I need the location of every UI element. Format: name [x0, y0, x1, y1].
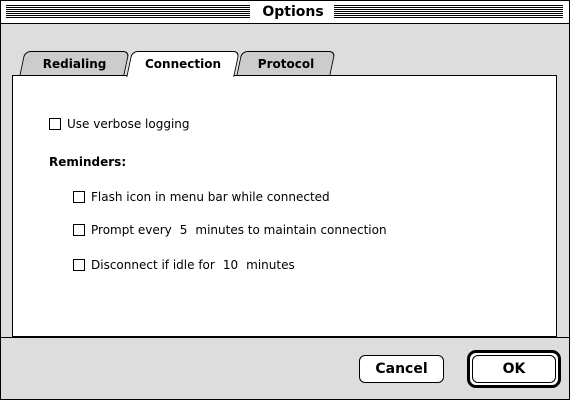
footer-divider [1, 337, 569, 338]
disconnect-idle-checkbox[interactable] [73, 259, 85, 271]
verbose-logging-option[interactable]: Use verbose logging [49, 117, 190, 131]
title-bar[interactable]: Options [1, 1, 569, 24]
title-bar-stripes-right [334, 5, 563, 18]
tab-redialing-label: Redialing [42, 57, 107, 71]
disconnect-idle-suffix: minutes [246, 258, 295, 272]
flash-icon-label: Flash icon in menu bar while connected [91, 190, 330, 204]
prompt-every-option[interactable]: Prompt every 5 minutes to maintain conne… [73, 223, 387, 237]
tab-panel-connection [12, 75, 557, 337]
tab-protocol-label: Protocol [257, 57, 314, 71]
disconnect-idle-option[interactable]: Disconnect if idle for 10 minutes [73, 258, 295, 272]
ok-button[interactable]: OK [472, 355, 556, 383]
tab-redialing[interactable]: Redialing [19, 51, 130, 75]
cancel-button[interactable]: Cancel [359, 355, 444, 383]
options-dialog: Options Redialing Connection Protocol Us… [0, 0, 570, 400]
tab-connection[interactable]: Connection [126, 51, 240, 77]
disconnect-idle-minutes-value[interactable]: 10 [223, 258, 238, 272]
window-title: Options [256, 3, 330, 21]
prompt-every-prefix: Prompt every [91, 223, 172, 237]
prompt-every-checkbox[interactable] [73, 224, 85, 236]
title-bar-stripes-left [6, 5, 250, 18]
tab-protocol[interactable]: Protocol [236, 51, 336, 75]
prompt-every-minutes-value[interactable]: 5 [180, 223, 188, 237]
verbose-logging-label: Use verbose logging [67, 117, 190, 131]
flash-icon-option[interactable]: Flash icon in menu bar while connected [73, 190, 330, 204]
flash-icon-checkbox[interactable] [73, 191, 85, 203]
disconnect-idle-prefix: Disconnect if idle for [91, 258, 215, 272]
prompt-every-suffix: minutes to maintain connection [195, 223, 387, 237]
verbose-logging-checkbox[interactable] [49, 118, 61, 130]
reminders-heading: Reminders: [49, 155, 127, 169]
tab-connection-label: Connection [144, 57, 222, 71]
